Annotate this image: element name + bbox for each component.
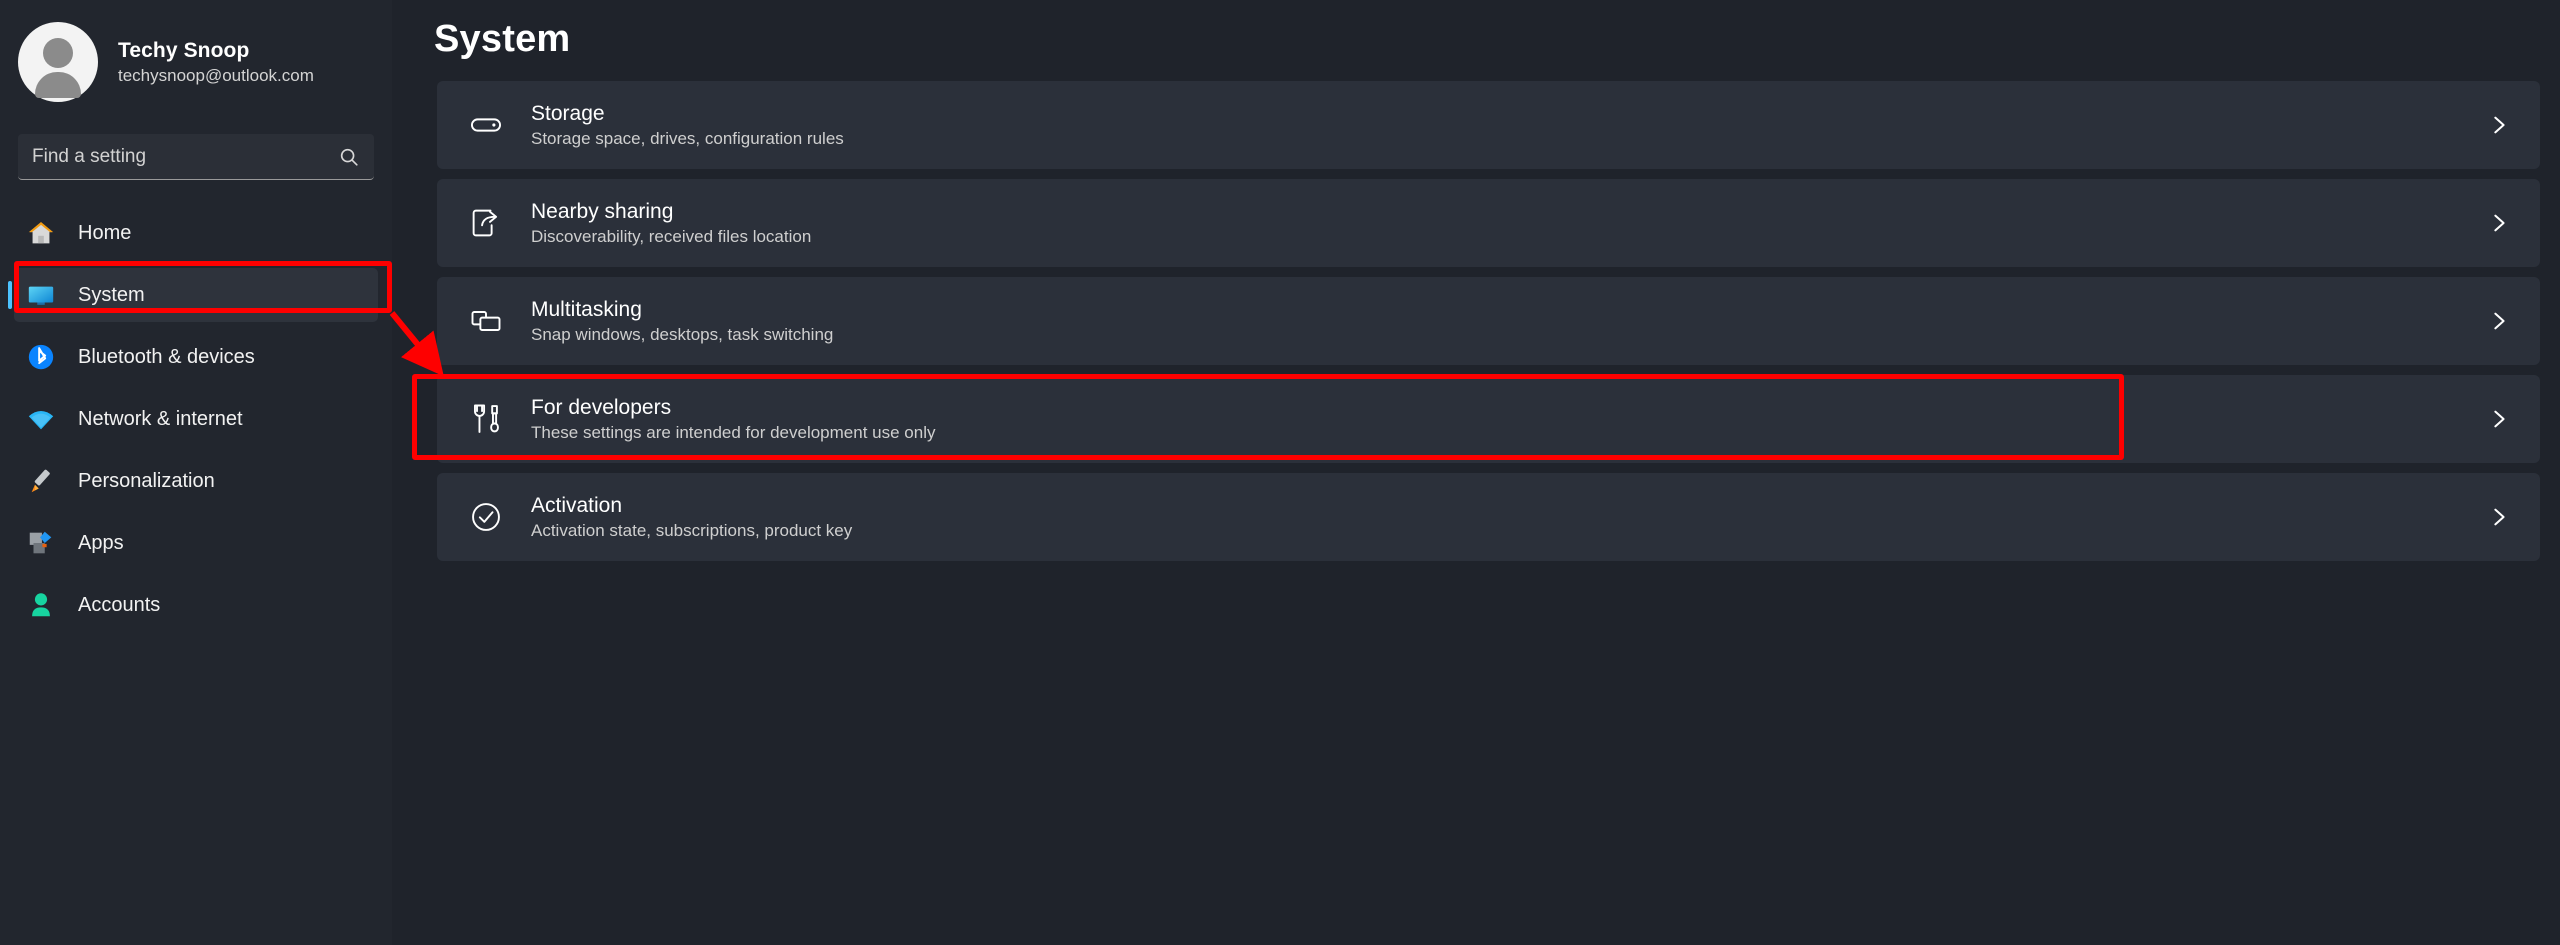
card-storage[interactable]: Storage Storage space, drives, configura…: [437, 81, 2540, 169]
card-activation[interactable]: Activation Activation state, subscriptio…: [437, 473, 2540, 561]
card-subtitle: Snap windows, desktops, task switching: [531, 324, 834, 344]
avatar-body: [35, 72, 81, 98]
paintbrush-icon: [26, 466, 56, 496]
card-title: For developers: [531, 395, 672, 419]
chevron-right-icon: [2494, 116, 2505, 134]
page-title: System: [434, 18, 571, 60]
sidebar-item-bluetooth-devices[interactable]: Bluetooth & devices: [14, 330, 378, 384]
search-input[interactable]: [18, 145, 374, 168]
home-icon: [26, 218, 56, 248]
sidebar-item-label: Apps: [78, 531, 124, 554]
bluetooth-icon: [26, 342, 56, 372]
account-name: Techy Snoop: [118, 38, 250, 62]
tools-wrench-screwdriver-icon: [463, 396, 509, 442]
card-title: Activation: [531, 493, 623, 517]
settings-card-list: Storage Storage space, drives, configura…: [392, 81, 2560, 561]
card-text: Nearby sharing Discoverability, received…: [531, 200, 2488, 247]
monitor-icon: [26, 280, 56, 310]
sidebar-item-personalization[interactable]: Personalization: [14, 454, 378, 508]
search-wrapper: [0, 102, 392, 180]
sidebar-item-system[interactable]: System: [8, 268, 378, 322]
card-text: Storage Storage space, drives, configura…: [531, 102, 2488, 149]
card-subtitle: These settings are intended for developm…: [531, 422, 936, 442]
avatar: [18, 22, 98, 102]
card-title: Nearby sharing: [531, 199, 674, 223]
card-subtitle: Storage space, drives, configuration rul…: [531, 128, 844, 148]
sidebar-item-accounts[interactable]: Accounts: [14, 578, 378, 632]
sidebar-item-apps[interactable]: Apps: [14, 516, 378, 570]
sidebar-item-network-internet[interactable]: Network & internet: [14, 392, 378, 446]
sidebar-item-label: Home: [78, 221, 132, 244]
card-text: Activation Activation state, subscriptio…: [531, 494, 2488, 541]
sidebar-item-label: Personalization: [78, 469, 215, 492]
chevron-right-icon: [2494, 214, 2505, 232]
avatar-head: [43, 38, 73, 68]
main-content: System Storage Storage space, drives, co…: [392, 0, 2560, 945]
card-nearby-sharing[interactable]: Nearby sharing Discoverability, received…: [437, 179, 2540, 267]
account-email: techysnoop@outlook.com: [118, 65, 314, 85]
card-subtitle: Activation state, subscriptions, product…: [531, 520, 853, 540]
card-title: Storage: [531, 101, 605, 125]
check-circle-icon: [463, 494, 509, 540]
windows-stack-icon: [463, 298, 509, 344]
sidebar-item-label: Network & internet: [78, 407, 243, 430]
card-text: For developers These settings are intend…: [531, 396, 2488, 443]
card-subtitle: Discoverability, received files location: [531, 226, 812, 246]
search-box[interactable]: [18, 134, 374, 180]
account-header[interactable]: Techy Snoop techysnoop@outlook.com: [0, 0, 392, 102]
chevron-right-icon: [2494, 312, 2505, 330]
sidebar-nav: Home System Bluetooth & devices Network …: [0, 206, 392, 632]
card-multitasking[interactable]: Multitasking Snap windows, desktops, tas…: [437, 277, 2540, 365]
chevron-right-icon: [2494, 410, 2505, 428]
sidebar-item-home[interactable]: Home: [14, 206, 378, 260]
apps-blocks-icon: [26, 528, 56, 558]
account-text: Techy Snoop techysnoop@outlook.com: [118, 39, 314, 86]
card-for-developers[interactable]: For developers These settings are intend…: [437, 375, 2540, 463]
card-title: Multitasking: [531, 297, 642, 321]
sidebar: Techy Snoop techysnoop@outlook.com Find …: [0, 0, 392, 945]
sidebar-item-label: Bluetooth & devices: [78, 345, 255, 368]
person-icon: [26, 590, 56, 620]
share-icon: [463, 200, 509, 246]
harddrive-icon: [463, 102, 509, 148]
sidebar-item-label: Accounts: [78, 593, 161, 616]
sidebar-item-label: System: [78, 283, 145, 306]
settings-window: Techy Snoop techysnoop@outlook.com Find …: [0, 0, 2560, 945]
chevron-right-icon: [2494, 508, 2505, 526]
wifi-icon: [26, 404, 56, 434]
card-text: Multitasking Snap windows, desktops, tas…: [531, 298, 2488, 345]
